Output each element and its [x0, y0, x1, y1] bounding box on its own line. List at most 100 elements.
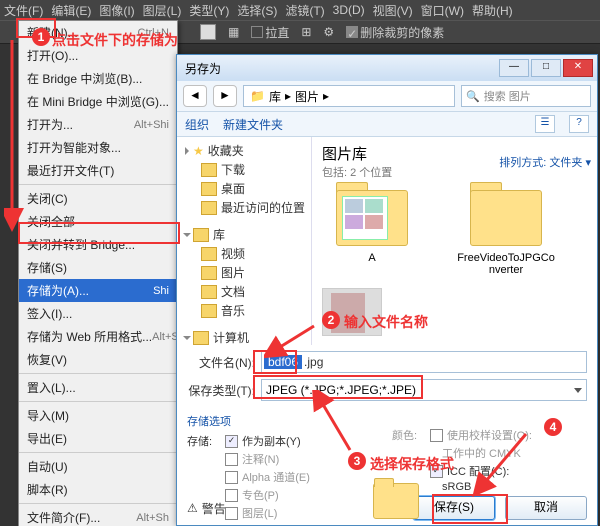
tree-videos[interactable]: 视频	[221, 245, 245, 262]
checkbox-proof[interactable]	[430, 429, 443, 442]
search-input[interactable]: 🔍 搜索 图片	[461, 85, 591, 107]
menu-filter[interactable]: 滤镜(T)	[285, 2, 324, 19]
dialog-titlebar[interactable]: 另存为 — □ ✕	[177, 55, 597, 81]
menu-item[interactable]: 置入(L)...	[19, 376, 177, 399]
tree-pictures[interactable]: 图片	[221, 264, 245, 281]
menu-item[interactable]: 签入(I)...	[19, 302, 177, 325]
minimize-button[interactable]: —	[499, 59, 529, 77]
swatch-icon[interactable]	[200, 24, 216, 40]
tree-libraries[interactable]: 库	[213, 226, 225, 243]
maximize-button[interactable]: □	[531, 59, 561, 77]
menu-item[interactable]: 关闭并转到 Bridge...	[19, 233, 177, 256]
tree-favorites[interactable]: 收藏夹	[208, 142, 244, 159]
menu-item[interactable]: 打开为智能对象...	[19, 136, 177, 159]
menu-3d[interactable]: 3D(D)	[333, 3, 365, 17]
checkbox-icc[interactable]: ✓	[430, 465, 443, 478]
checkbox-alpha[interactable]	[225, 471, 238, 484]
menu-select[interactable]: 选择(S)	[237, 2, 277, 19]
image-thumb[interactable]	[322, 288, 382, 336]
menu-item[interactable]: 打开为...Alt+Shi	[19, 113, 177, 136]
tree-recent[interactable]: 最近访问的位置	[221, 199, 305, 216]
warning-text: 警告	[202, 500, 226, 517]
gear-icon[interactable]: ⚙	[323, 25, 334, 39]
save-as-dialog: 另存为 — □ ✕ ◄ ► 📁 库 ▸ 图片 ▸ 🔍 搜索 图片 组织 新建文件…	[176, 54, 598, 526]
app-menubar[interactable]: 文件(F) 编辑(E) 图像(I) 图层(L) 类型(Y) 选择(S) 滤镜(T…	[0, 0, 600, 20]
menu-item[interactable]: 在 Bridge 中浏览(B)...	[19, 67, 177, 90]
grid-icon[interactable]: ▦	[228, 25, 239, 39]
nav-tree[interactable]: ★收藏夹 下载 桌面 最近访问的位置 库 视频 图片 文档 音乐 计算机 Doc…	[177, 137, 312, 345]
menu-item[interactable]: 关闭全部	[19, 210, 177, 233]
chevron-right-icon: ▸	[285, 89, 291, 103]
checkbox-icon[interactable]: ✓	[346, 26, 358, 38]
expand-icon[interactable]	[185, 147, 189, 155]
menu-item-label: 签入(I)...	[27, 305, 72, 322]
menu-help[interactable]: 帮助(H)	[472, 2, 513, 19]
folder-preview-icon	[342, 196, 388, 240]
menu-item-label: 关闭并转到 Bridge...	[27, 236, 135, 253]
menu-item-shortcut: Alt+Sh	[136, 512, 169, 524]
tree-documents[interactable]: 文档	[221, 283, 245, 300]
menu-item[interactable]: 导出(E)	[19, 427, 177, 450]
tree-desktop[interactable]: 桌面	[221, 180, 245, 197]
checkbox-icon[interactable]	[251, 26, 263, 38]
folder-icon	[201, 247, 217, 261]
close-button[interactable]: ✕	[563, 59, 593, 77]
menu-item[interactable]: 自动(U)	[19, 455, 177, 478]
menu-item[interactable]: 在 Mini Bridge 中浏览(G)...	[19, 90, 177, 113]
view-mode-button[interactable]: ☰	[535, 115, 555, 133]
menu-item-label: 在 Mini Bridge 中浏览(G)...	[27, 93, 169, 110]
expand-icon[interactable]	[183, 336, 191, 340]
file-context-menu[interactable]: 新建(N)...Ctrl+N打开(O)...在 Bridge 中浏览(B)...…	[18, 20, 178, 526]
cancel-button[interactable]: 取消	[505, 496, 587, 520]
menu-window[interactable]: 窗口(W)	[421, 2, 464, 19]
checkbox-notes[interactable]	[225, 453, 238, 466]
expand-icon[interactable]	[183, 233, 191, 237]
menu-item[interactable]: 脚本(R)	[19, 478, 177, 501]
folder-icon	[201, 266, 217, 280]
organize-menu[interactable]: 组织	[185, 116, 209, 133]
menu-item[interactable]: 存储为 Web 所用格式...Alt+Shi	[19, 325, 177, 348]
menu-item-label: 导出(E)	[27, 430, 67, 447]
filename-input[interactable]: bdf06.jpg	[261, 351, 587, 373]
opt-proof: 使用校样设置(O):	[447, 427, 532, 443]
menu-item[interactable]: 存储为(A)...Shi	[19, 279, 177, 302]
hide-folders-button[interactable]	[373, 483, 419, 519]
menu-item[interactable]: 新建(N)...Ctrl+N	[19, 21, 177, 44]
sort-dropdown[interactable]: 文件夹	[549, 157, 582, 169]
menu-item[interactable]: 导入(M)	[19, 404, 177, 427]
menu-item[interactable]: 打开(O)...	[19, 44, 177, 67]
menu-edit[interactable]: 编辑(E)	[51, 2, 91, 19]
folder-icon	[201, 163, 217, 177]
menu-layer[interactable]: 图层(L)	[143, 2, 182, 19]
warning-icon: ⚠	[187, 501, 198, 515]
help-button[interactable]: ?	[569, 115, 589, 133]
menu-item[interactable]: 关闭(C)	[19, 187, 177, 210]
grid2-icon[interactable]: ⊞	[301, 25, 311, 39]
folder-view[interactable]: 图片库 包括: 2 个位置 排列方式: 文件夹 ▾	[312, 137, 597, 345]
tree-computer[interactable]: 计算机	[213, 329, 249, 345]
menu-item[interactable]: 文件简介(F)...Alt+Sh	[19, 506, 177, 526]
filetype-select[interactable]: JPEG (*.JPG;*.JPEG;*.JPE)	[261, 379, 587, 401]
search-icon: 🔍	[466, 90, 480, 103]
crumb-here[interactable]: 图片	[295, 88, 319, 105]
back-button[interactable]: ◄	[183, 85, 207, 107]
crumb-lib[interactable]: 库	[269, 88, 281, 105]
folder-item[interactable]: FreeVideoToJPGConverter	[456, 190, 556, 276]
dialog-title: 另存为	[185, 60, 497, 77]
checkbox-as-copy[interactable]: ✓	[225, 435, 238, 448]
save-button[interactable]: 保存(S)	[413, 496, 495, 520]
options-color-label: 颜色:	[392, 427, 426, 443]
menu-item[interactable]: 恢复(V)	[19, 348, 177, 371]
menu-item[interactable]: 存储(S)	[19, 256, 177, 279]
newfolder-button[interactable]: 新建文件夹	[223, 116, 283, 133]
forward-button[interactable]: ►	[213, 85, 237, 107]
folder-item[interactable]: A	[322, 190, 422, 276]
menu-view[interactable]: 视图(V)	[373, 2, 413, 19]
menu-file[interactable]: 文件(F)	[4, 2, 43, 19]
tree-music[interactable]: 音乐	[221, 302, 245, 319]
menu-type[interactable]: 类型(Y)	[189, 2, 229, 19]
tree-downloads[interactable]: 下载	[221, 161, 245, 178]
breadcrumb[interactable]: 📁 库 ▸ 图片 ▸	[243, 85, 455, 107]
menu-item[interactable]: 最近打开文件(T)	[19, 159, 177, 182]
menu-image[interactable]: 图像(I)	[99, 2, 134, 19]
